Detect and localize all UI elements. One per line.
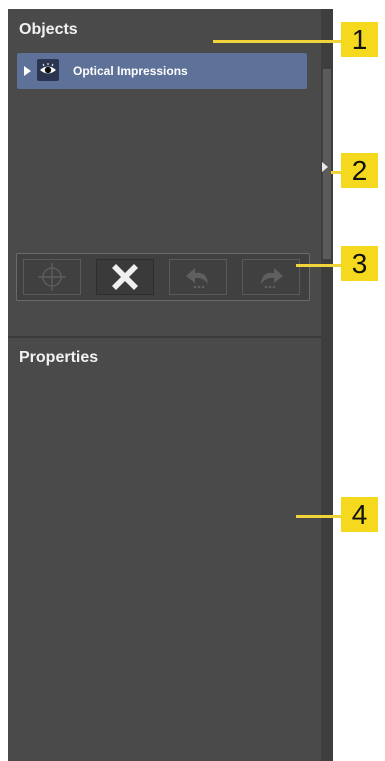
objects-section-title: Objects: [19, 21, 78, 38]
panel-scrollbar[interactable]: [321, 9, 333, 761]
section-divider: [8, 336, 321, 338]
undo-icon: [186, 268, 208, 289]
callout-badge-1: 1: [341, 22, 378, 57]
expand-arrow-icon[interactable]: [24, 66, 31, 76]
callout-badge-3: 3: [341, 246, 378, 281]
redo-icon: [261, 268, 283, 289]
eye-icon[interactable]: [37, 59, 59, 81]
redo-button[interactable]: [242, 259, 300, 295]
crosshair-icon: [38, 263, 66, 291]
properties-section-title: Properties: [19, 349, 99, 366]
callout-badge-4: 4: [341, 497, 378, 532]
undo-button[interactable]: [169, 259, 227, 295]
callout-leader-3: [296, 264, 341, 267]
object-tree-item[interactable]: Optical Impressions: [17, 53, 307, 89]
callout-badge-2: 2: [341, 153, 378, 188]
side-panel: [8, 9, 321, 761]
callout-leader-1: [213, 40, 341, 43]
callout-leader-4: [296, 515, 341, 518]
delete-x-icon: [112, 264, 138, 290]
focus-object-button[interactable]: [23, 259, 81, 295]
collapse-panel-arrow-icon[interactable]: [322, 162, 328, 172]
tree-item-label: Optical Impressions: [73, 64, 188, 78]
delete-object-button[interactable]: [96, 259, 154, 295]
object-toolbar: [16, 253, 310, 301]
callout-leader-2: [331, 171, 341, 174]
